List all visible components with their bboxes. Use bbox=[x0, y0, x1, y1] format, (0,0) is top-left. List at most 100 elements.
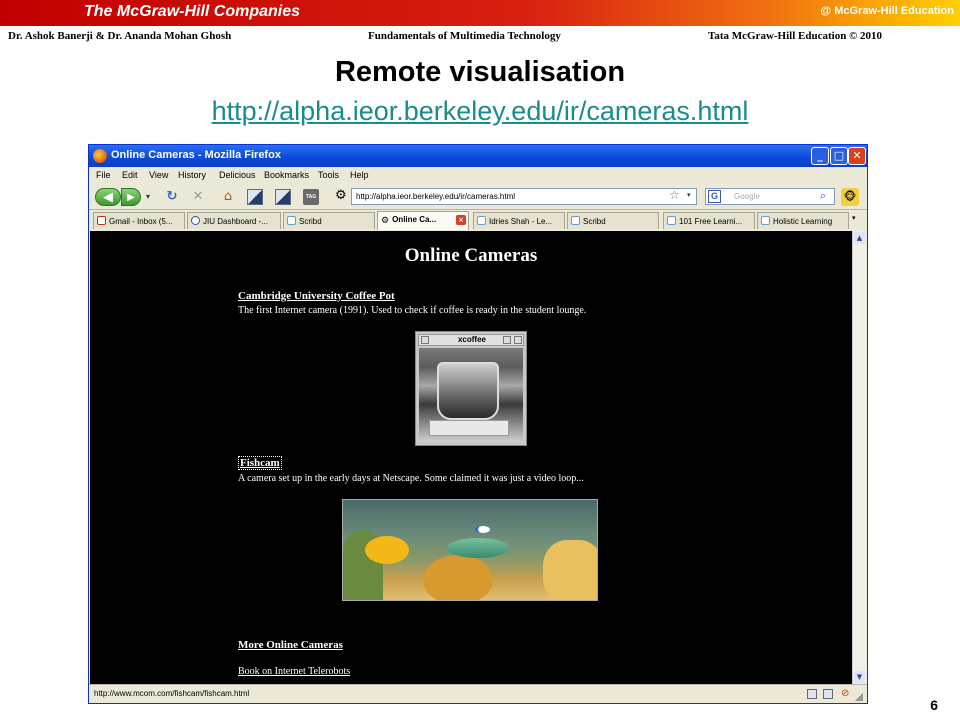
tab-label: Gmail - Inbox (5... bbox=[109, 217, 173, 226]
menu-history[interactable]: History bbox=[178, 170, 206, 180]
toolbar-bookmark-icon[interactable] bbox=[247, 189, 263, 205]
fishcam-link-text[interactable]: Fishcam bbox=[238, 456, 282, 470]
url-dropdown-icon[interactable]: ▾ bbox=[687, 191, 691, 199]
browser-window: Online Cameras - Mozilla Firefox _ □ ✕ F… bbox=[88, 144, 868, 704]
coffee-pot-description: The first Internet camera (1991). Used t… bbox=[238, 305, 587, 316]
credit-book: Fundamentals of Multimedia Technology bbox=[368, 30, 561, 42]
page-icon bbox=[477, 216, 486, 225]
coral-rock bbox=[543, 540, 597, 600]
tab-idries-shah[interactable]: Idries Shah - Le... bbox=[473, 212, 565, 229]
tab-scribd-1[interactable]: Scribd bbox=[283, 212, 375, 229]
tab-gmail[interactable]: Gmail - Inbox (5... bbox=[93, 212, 185, 229]
tag-button[interactable]: TAG bbox=[303, 189, 319, 205]
tab-label: Idries Shah - Le... bbox=[489, 217, 553, 226]
gear-icon: ⚙ bbox=[381, 216, 390, 226]
scroll-down-icon[interactable]: ▼ bbox=[854, 671, 865, 683]
back-button[interactable]: ◀ bbox=[95, 188, 121, 206]
gear-icon[interactable]: ⚙ bbox=[335, 188, 347, 203]
fishcam-description: A camera set up in the early days at Net… bbox=[238, 473, 584, 484]
fishcam-image bbox=[342, 499, 598, 601]
xcoffee-titlebar[interactable]: xcoffee bbox=[418, 334, 524, 346]
address-bar[interactable]: http://alpha.ieor.berkeley.edu/ir/camera… bbox=[351, 188, 697, 205]
greasemonkey-icon[interactable]: 🐵 bbox=[841, 188, 859, 206]
status-url: http://www.mcom.com/fishcam/fishcam.html bbox=[94, 689, 250, 698]
dashboard-icon bbox=[191, 216, 200, 225]
status-grid-icon[interactable] bbox=[823, 689, 833, 699]
fishcam-link[interactable]: Fishcam bbox=[238, 456, 282, 470]
slide-url-link[interactable]: http://alpha.ieor.berkeley.edu/ir/camera… bbox=[0, 96, 960, 127]
tab-holistic-learning[interactable]: Holistic Learning bbox=[757, 212, 849, 229]
stop-button[interactable]: ✕ bbox=[189, 188, 207, 206]
coral-rock bbox=[423, 555, 493, 600]
tab-label: Holistic Learning bbox=[773, 217, 833, 226]
vertical-scrollbar[interactable]: ▲ ▼ bbox=[852, 231, 866, 684]
menu-view[interactable]: View bbox=[149, 170, 168, 180]
tab-label: JIU Dashboard -... bbox=[203, 217, 268, 226]
xcoffee-maximize-button[interactable] bbox=[514, 336, 522, 344]
page-icon bbox=[571, 216, 580, 225]
page-icon bbox=[761, 216, 770, 225]
bookmark-star-icon[interactable]: ☆ bbox=[669, 188, 680, 202]
gmail-icon bbox=[97, 216, 106, 225]
minimize-button[interactable]: _ bbox=[811, 147, 829, 165]
search-icon[interactable]: ⌕ bbox=[820, 189, 826, 203]
blocked-icon[interactable]: ⊘ bbox=[841, 688, 849, 699]
scroll-up-icon[interactable]: ▲ bbox=[854, 232, 865, 244]
page-icon bbox=[287, 216, 296, 225]
tab-free-learning[interactable]: 101 Free Learni... bbox=[663, 212, 755, 229]
search-input[interactable]: G Google ⌕ bbox=[705, 188, 835, 205]
tab-scribd-2[interactable]: Scribd bbox=[567, 212, 659, 229]
menu-tools[interactable]: Tools bbox=[318, 170, 339, 180]
menu-bar: File Edit View History Delicious Bookmar… bbox=[89, 167, 867, 185]
xcoffee-minimize-button[interactable] bbox=[503, 336, 511, 344]
forward-button[interactable]: ▶ bbox=[121, 188, 141, 206]
small-fish bbox=[475, 526, 490, 533]
firefox-icon bbox=[93, 149, 107, 163]
status-bar: http://www.mcom.com/fishcam/fishcam.html… bbox=[89, 684, 867, 703]
home-button[interactable]: ⌂ bbox=[219, 188, 237, 206]
yellow-fish bbox=[365, 536, 409, 564]
search-placeholder: Google bbox=[734, 192, 760, 201]
menu-help[interactable]: Help bbox=[350, 170, 369, 180]
publisher-logo-text: The McGraw-Hill Companies bbox=[84, 3, 301, 20]
xcoffee-window: xcoffee bbox=[415, 331, 527, 446]
page-content: Online Cameras Cambridge University Coff… bbox=[90, 231, 852, 684]
tab-label: 101 Free Learni... bbox=[679, 217, 743, 226]
tab-online-cameras[interactable]: ⚙ Online Ca... × bbox=[377, 211, 469, 230]
close-window-button[interactable]: ✕ bbox=[848, 147, 866, 165]
page-number: 6 bbox=[930, 697, 938, 713]
more-cameras-link[interactable]: More Online Cameras bbox=[238, 639, 343, 651]
navigation-toolbar: ◀ ▶ ▾ ↻ ✕ ⌂ TAG ⚙ http://alpha.ieor.berk… bbox=[89, 185, 867, 209]
toolbar-sidebar-icon[interactable] bbox=[275, 189, 291, 205]
tab-label: Scribd bbox=[583, 217, 606, 226]
status-window-icon[interactable] bbox=[807, 689, 817, 699]
history-dropdown-icon[interactable]: ▾ bbox=[143, 188, 153, 206]
credit-publisher: Tata McGraw-Hill Education © 2010 bbox=[708, 30, 883, 42]
telerobots-book-link[interactable]: Book on Internet Telerobots bbox=[238, 666, 350, 677]
tab-bar: Gmail - Inbox (5... JIU Dashboard -... S… bbox=[89, 209, 867, 231]
coffee-machine-base bbox=[429, 420, 509, 436]
page-heading: Online Cameras bbox=[404, 245, 538, 266]
green-fish bbox=[447, 538, 509, 558]
google-engine-icon[interactable]: G bbox=[708, 190, 721, 203]
maximize-button[interactable]: □ bbox=[830, 147, 848, 165]
menu-edit[interactable]: Edit bbox=[122, 170, 138, 180]
tab-label: Online Ca... bbox=[392, 215, 437, 224]
education-tag: @ McGraw-Hill Education bbox=[820, 5, 954, 17]
resize-grip[interactable] bbox=[855, 693, 863, 701]
credit-authors: Dr. Ashok Banerji & Dr. Ananda Mohan Gho… bbox=[8, 30, 232, 42]
tab-jiu-dashboard[interactable]: JIU Dashboard -... bbox=[187, 212, 281, 229]
coffee-pot-shape bbox=[437, 362, 499, 420]
coffee-pot-link[interactable]: Cambridge University Coffee Pot bbox=[238, 290, 395, 302]
tab-list-dropdown-icon[interactable]: ▾ bbox=[852, 214, 856, 222]
menu-delicious[interactable]: Delicious bbox=[219, 170, 256, 180]
tab-label: Scribd bbox=[299, 217, 322, 226]
reload-button[interactable]: ↻ bbox=[163, 188, 181, 206]
slide-title: Remote visualisation bbox=[334, 56, 626, 88]
menu-file[interactable]: File bbox=[96, 170, 111, 180]
coffee-pot-image bbox=[419, 348, 523, 442]
close-tab-button[interactable]: × bbox=[456, 215, 466, 225]
window-titlebar[interactable]: Online Cameras - Mozilla Firefox _ □ ✕ bbox=[89, 145, 867, 167]
window-title: Online Cameras - Mozilla Firefox bbox=[111, 149, 281, 161]
menu-bookmarks[interactable]: Bookmarks bbox=[264, 170, 309, 180]
